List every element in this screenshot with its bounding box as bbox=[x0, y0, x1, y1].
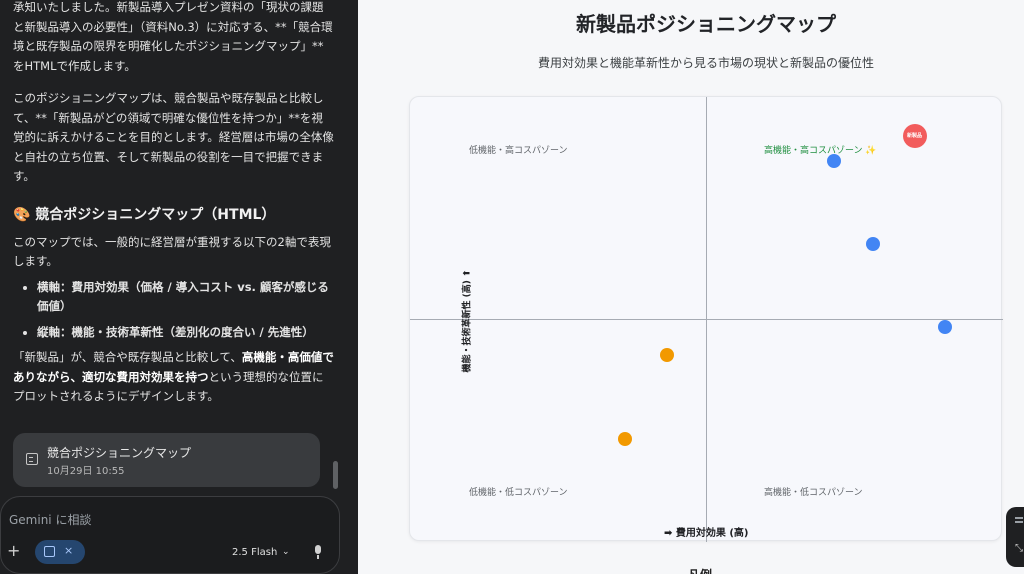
horizontal-axis-line bbox=[410, 319, 1003, 320]
close-icon[interactable]: × bbox=[64, 544, 73, 557]
positioning-map: 低機能・高コスパゾーン 高機能・高コスパゾーン ✨ 低機能・低コスパゾーン 高機… bbox=[409, 96, 1003, 542]
expand-icon[interactable]: ⤡ bbox=[1015, 543, 1023, 554]
chat-paragraph-intro: 承知いたしました。新製品導入プレゼン資料の「現状の課題と新製品導入の必要性」（資… bbox=[13, 0, 333, 73]
model-selector-button[interactable]: 2.5 Flash bbox=[232, 547, 277, 558]
canvas-icon bbox=[44, 546, 55, 557]
product-point-0-2[interactable] bbox=[938, 320, 953, 335]
product-point-0-1[interactable] bbox=[865, 236, 880, 251]
map-title: 新製品ポジショニングマップ bbox=[576, 12, 836, 36]
y-axis-label: 機能・技術革新性 (高) ⬆ bbox=[462, 269, 473, 373]
chevron-down-icon[interactable]: ⌄ bbox=[282, 547, 290, 557]
bullet-vertical-axis: 縦軸：機能・技術革新性（差別化の度合い / 先進性） bbox=[37, 323, 334, 343]
prompt-input[interactable]: Gemini に相談 bbox=[9, 511, 91, 528]
product-point-1-1[interactable] bbox=[618, 431, 633, 446]
canvas-tool-chip[interactable]: × bbox=[35, 540, 85, 564]
canvas-preview: 新製品ポジショニングマップ 費用対効果と機能革新性から見る市場の現状と新製品の優… bbox=[358, 0, 1024, 574]
product-point-1-0[interactable] bbox=[660, 348, 675, 363]
document-title: 競合ポジショニングマップ bbox=[47, 446, 192, 460]
chat-paragraph-axes: このマップでは、一般的に経営層が重視する以下の2軸で表現します。 bbox=[13, 234, 331, 269]
chat-paragraph-design: 「新製品」が、競合や既存製品と比較して、高機能・高価値でありながら、適切な費用対… bbox=[13, 348, 334, 407]
zone-label-bottom-right: 高機能・低コスパゾーン bbox=[764, 488, 863, 498]
legend-title: 凡例 bbox=[688, 566, 712, 574]
design-text-a: 「新製品」が、競合や既存製品と比較して、 bbox=[13, 350, 242, 364]
drag-handle-icon[interactable] bbox=[1015, 517, 1023, 519]
chat-scrollbar[interactable] bbox=[333, 461, 338, 489]
zone-label-top-left: 低機能・高コスパゾーン bbox=[469, 146, 568, 156]
axis-bullet-list: 横軸：費用対効果（価格 / 導入コスト vs. 顧客が感じる価値） 縦軸：機能・… bbox=[37, 278, 334, 343]
document-date: 10月29日 10:55 bbox=[47, 466, 125, 477]
map-subtitle: 費用対効果と機能革新性から見る市場の現状と新製品の優位性 bbox=[537, 56, 874, 70]
zone-label-top-right: 高機能・高コスパゾーン ✨ bbox=[764, 146, 877, 156]
new-product-point[interactable]: 新製品 bbox=[902, 123, 927, 148]
side-widget[interactable]: ⤡ bbox=[1006, 507, 1024, 567]
bullet-horizontal-axis: 横軸：費用対効果（価格 / 導入コスト vs. 顧客が感じる価値） bbox=[37, 278, 334, 317]
chat-paragraph-purpose: このポジショニングマップは、競合製品や既存製品と比較して、**「新製品がどの領域… bbox=[13, 91, 334, 183]
product-point-0-0[interactable] bbox=[826, 153, 841, 168]
document-icon bbox=[26, 453, 38, 465]
document-card[interactable]: 競合ポジショニングマップ 10月29日 10:55 bbox=[13, 433, 320, 487]
plus-icon[interactable]: + bbox=[7, 543, 20, 559]
x-axis-label: ➡ 費用対効果 (高) bbox=[664, 528, 749, 539]
prompt-input-box[interactable]: Gemini に相談 + × 2.5 Flash ⌄ bbox=[0, 496, 340, 574]
chat-panel: 承知いたしました。新製品導入プレゼン資料の「現状の課題と新製品導入の必要性」（資… bbox=[0, 0, 358, 574]
chat-message: 承知いたしました。新製品導入プレゼン資料の「現状の課題と新製品導入の必要性」（資… bbox=[0, 0, 358, 490]
zone-label-bottom-left: 低機能・低コスパゾーン bbox=[469, 488, 568, 498]
chat-heading: 🎨 競合ポジショニングマップ（HTML） bbox=[13, 206, 276, 223]
microphone-icon[interactable] bbox=[314, 545, 322, 559]
